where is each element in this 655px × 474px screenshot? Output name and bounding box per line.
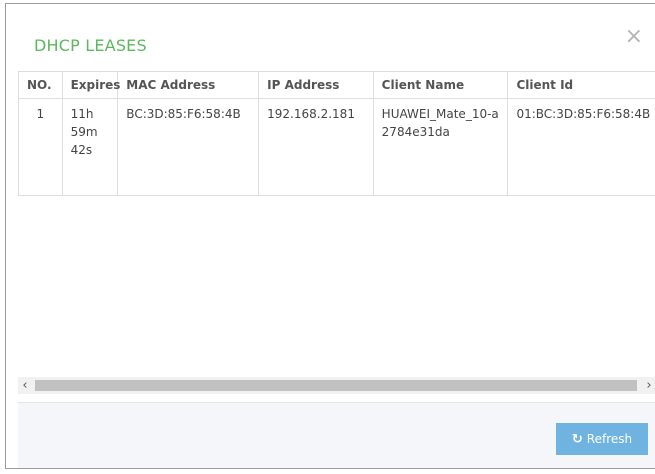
header-no[interactable]: NO.	[18, 71, 63, 99]
cell-ip: 192.168.2.181	[258, 98, 374, 196]
header-expires[interactable]: Expires	[61, 71, 120, 99]
cell-no: 1	[18, 98, 63, 196]
refresh-icon: ↻	[571, 431, 583, 447]
header-client-name[interactable]: Client Name	[372, 71, 509, 99]
scroll-right-arrow-icon[interactable]: ›	[642, 377, 655, 394]
header-client-id[interactable]: Client Id	[507, 71, 655, 99]
cell-client-name: HUAWEI_Mate_10-a2784e31da	[372, 98, 509, 196]
header-ip-address[interactable]: IP Address	[258, 71, 374, 99]
cell-client-id: 01:BC:3D:85:F6:58:4B	[507, 98, 655, 196]
dialog-footer: ↻ Refresh	[18, 402, 655, 468]
dhcp-leases-dialog: DHCP LEASES × NO. Expires MAC Address IP…	[5, 3, 655, 469]
cell-expires: 11h 59m 42s	[61, 98, 119, 196]
scrollbar-thumb[interactable]	[35, 380, 637, 391]
cell-mac: BC:3D:85:F6:58:4B	[117, 98, 260, 196]
refresh-button[interactable]: ↻ Refresh	[556, 423, 648, 455]
header-mac-address[interactable]: MAC Address	[117, 71, 260, 99]
refresh-label: Refresh	[586, 432, 633, 446]
dialog-title: DHCP LEASES	[34, 36, 147, 55]
close-icon[interactable]: ×	[625, 26, 643, 48]
leases-table-container[interactable]: NO. Expires MAC Address IP Address Clien…	[18, 71, 655, 376]
horizontal-scrollbar[interactable]: ‹ ›	[18, 377, 655, 394]
table-row: 1 11h 59m 42s BC:3D:85:F6:58:4B 192.168.…	[18, 98, 655, 196]
leases-table: NO. Expires MAC Address IP Address Clien…	[18, 71, 655, 196]
table-header-row: NO. Expires MAC Address IP Address Clien…	[18, 71, 655, 99]
scroll-left-arrow-icon[interactable]: ‹	[18, 377, 32, 394]
